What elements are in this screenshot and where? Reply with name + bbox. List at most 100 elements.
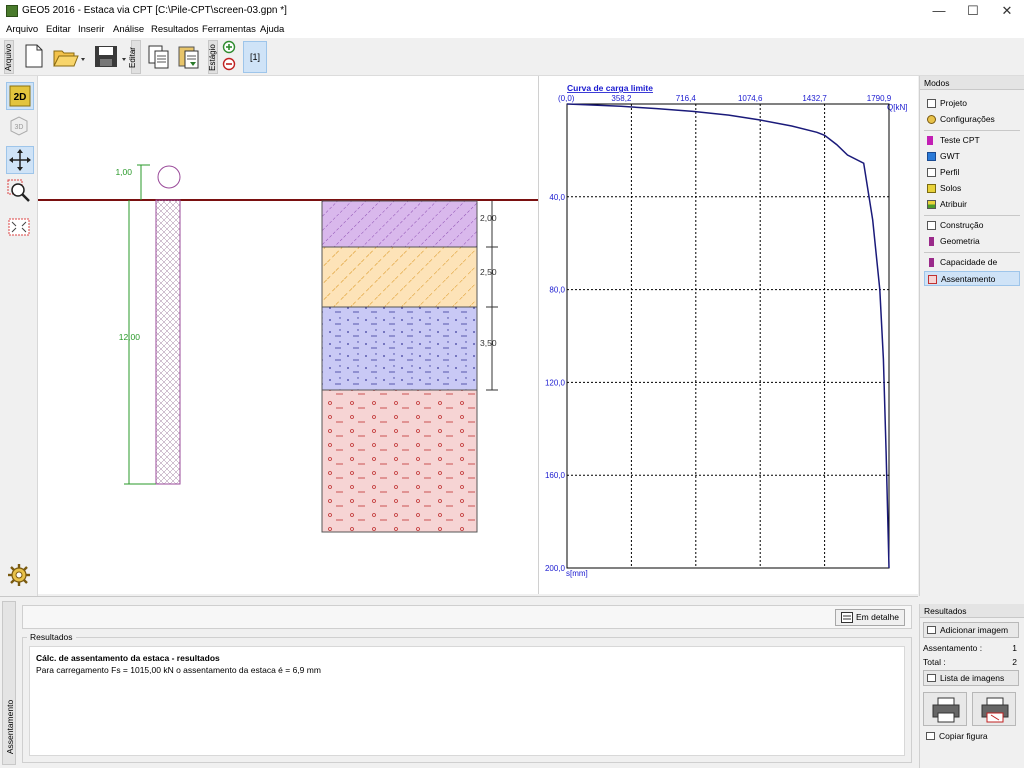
stage-1-tab[interactable]: [1] xyxy=(243,41,267,73)
editar-group-label: Editar xyxy=(128,40,141,74)
chart-origin-label: (0,0) xyxy=(558,94,575,103)
construction-icon xyxy=(927,221,936,230)
em-detalhe-button[interactable]: Em detalhe xyxy=(835,609,905,626)
pile-drawing-canvas[interactable]: 1,00 12,00 2,00 2,50 3,50 xyxy=(38,76,538,594)
svg-text:3D: 3D xyxy=(15,124,24,131)
copy-data-button[interactable] xyxy=(146,42,172,70)
chart-x-tick-label: 358,2 xyxy=(611,94,632,103)
pile-geometry-icon xyxy=(929,237,934,246)
profile-icon xyxy=(927,168,936,177)
2d-icon: 2D xyxy=(9,85,31,107)
chart-x-tick-label: 716,4 xyxy=(676,94,697,103)
printer-export-icon xyxy=(981,697,1009,723)
fit-view-button[interactable] xyxy=(6,214,34,242)
mode-capacidade-de-carga[interactable]: Capacidade de carga xyxy=(924,255,1020,282)
svg-text:2D: 2D xyxy=(14,92,27,103)
settings-button[interactable] xyxy=(6,562,34,590)
menu-ajuda[interactable]: Ajuda xyxy=(260,24,284,35)
add-stage-button[interactable] xyxy=(222,40,236,54)
chart-x-tick-label: 1790,9 xyxy=(867,94,892,103)
copy-document-icon xyxy=(148,45,169,69)
menu-resultados[interactable]: Resultados xyxy=(151,24,199,35)
mode-perfil[interactable]: Perfil xyxy=(924,165,1020,180)
chart-y-tick-label: 120,0 xyxy=(545,378,566,387)
zoom-button[interactable] xyxy=(6,178,34,206)
mode-atribuir[interactable]: Atribuir xyxy=(924,197,1020,212)
bottom-frame: Assentamento Em detalhe Resultados Cálc.… xyxy=(0,596,918,768)
image-list-icon xyxy=(927,674,936,682)
open-folder-icon xyxy=(53,50,85,67)
plus-icon xyxy=(222,40,236,54)
settlement-icon xyxy=(928,275,937,284)
pile-shaft xyxy=(155,199,181,485)
layer-3-thickness: 3,50 xyxy=(480,338,497,348)
results-output: Cálc. de assentamento da estaca - result… xyxy=(29,646,905,756)
new-file-button[interactable] xyxy=(20,42,46,70)
modes-panel: Modos Projeto Configurações Teste CPT GW… xyxy=(919,76,1024,596)
menu-ferramentas[interactable]: Ferramentas xyxy=(202,24,256,35)
results-legend: Resultados xyxy=(27,632,76,642)
app-icon xyxy=(6,5,18,17)
gear-icon xyxy=(927,115,936,124)
view-3d-button[interactable]: 3D xyxy=(6,112,34,140)
printer-icon xyxy=(932,697,960,723)
mode-solos[interactable]: Solos xyxy=(924,181,1020,196)
paste-data-button[interactable] xyxy=(176,42,202,70)
menu-editar[interactable]: Editar xyxy=(46,24,71,35)
magnifier-icon xyxy=(7,179,30,202)
layer-2-thickness: 2,50 xyxy=(480,267,497,277)
head-dimension-label: 1,00 xyxy=(115,167,132,177)
close-button[interactable]: ✕ xyxy=(990,0,1024,22)
open-file-button[interactable] xyxy=(50,42,86,70)
mode-geometria[interactable]: Geometria xyxy=(924,234,1020,249)
layer-1-thickness: 2,00 xyxy=(480,213,497,223)
assentamento-count-row: Assentamento :1 xyxy=(923,643,1017,653)
mode-construcao[interactable]: Construção xyxy=(924,218,1020,233)
print-export-button[interactable] xyxy=(972,692,1016,726)
results-panel-header: Resultados xyxy=(920,604,1024,618)
view-tools: 2D 3D xyxy=(0,76,38,596)
chart-y-tick-label: 200,0 xyxy=(545,564,566,573)
minus-icon xyxy=(222,57,236,71)
chart-x-tick-label: 1432,7 xyxy=(802,94,827,103)
save-icon xyxy=(95,46,126,67)
menu-inserir[interactable]: Inserir xyxy=(78,24,104,35)
fit-to-screen-icon xyxy=(8,218,30,236)
mode-configuracoes[interactable]: Configurações xyxy=(924,112,1020,127)
mode-assentamento[interactable]: Assentamento xyxy=(924,271,1020,286)
result-line: Para carregamento Fs = 1015,00 kN o asse… xyxy=(36,665,321,675)
minimize-button[interactable]: — xyxy=(922,0,956,22)
paste-document-icon xyxy=(178,46,199,69)
copy-figure-button[interactable]: Copiar figura xyxy=(923,729,1019,745)
add-image-button[interactable]: Adicionar imagem xyxy=(923,622,1019,638)
new-file-icon xyxy=(25,44,43,68)
chart-y-tick-label: 160,0 xyxy=(545,471,566,480)
menu-arquivo[interactable]: Arquivo xyxy=(6,24,38,35)
add-image-icon xyxy=(927,626,936,634)
project-icon xyxy=(927,99,936,108)
assign-icon xyxy=(927,200,936,209)
mode-gwt[interactable]: GWT xyxy=(924,149,1020,164)
assentamento-vertical-tab[interactable]: Assentamento xyxy=(2,601,16,765)
print-button[interactable] xyxy=(923,692,967,726)
pan-button[interactable] xyxy=(6,146,34,174)
chart-y-axis-label: s[mm] xyxy=(566,569,588,578)
chart-y-tick-label: 40,0 xyxy=(549,193,565,202)
results-group: Resultados Cálc. de assentamento da esta… xyxy=(22,632,912,763)
chart-y-tick-label: 80,0 xyxy=(549,286,565,295)
detail-icon xyxy=(841,612,853,623)
image-list-button[interactable]: Lista de imagens xyxy=(923,670,1019,686)
mode-teste-cpt[interactable]: Teste CPT xyxy=(924,133,1020,148)
mode-projeto[interactable]: Projeto xyxy=(924,96,1020,111)
load-settlement-chart: Curva de carga limite (0,0) Q[kN] s[mm] … xyxy=(545,83,907,578)
3d-icon: 3D xyxy=(10,116,28,136)
menu-analise[interactable]: Análise xyxy=(113,24,144,35)
load-curve-panel: Curva de carga limite (0,0) Q[kN] s[mm] … xyxy=(538,76,918,594)
chart-frame xyxy=(566,103,890,569)
chart-series-line xyxy=(566,103,890,569)
maximize-button[interactable]: ☐ xyxy=(956,0,990,22)
remove-stage-button[interactable] xyxy=(222,57,236,71)
arquivo-group-label: Arquivo xyxy=(4,40,14,74)
view-2d-button[interactable]: 2D xyxy=(6,82,34,110)
save-file-button[interactable] xyxy=(92,42,128,70)
